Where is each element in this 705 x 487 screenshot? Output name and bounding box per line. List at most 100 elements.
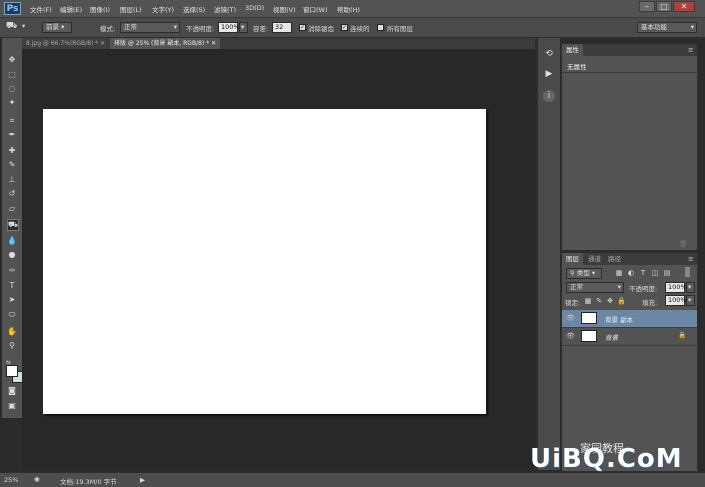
filter-pixel-icon[interactable]: ▦ — [615, 269, 623, 277]
zoom-level[interactable]: 25% — [4, 476, 18, 484]
tolerance-label: 容差: — [253, 25, 269, 33]
status-bar: 25% ◉ 文档:19.3M/0 字节 ▶ — [0, 472, 705, 487]
pen-tool-icon[interactable]: ✑ — [7, 266, 17, 276]
tool-preset-arrow-icon[interactable]: ▾ — [22, 22, 25, 30]
document-tab-2[interactable]: 排版 @ 25% (背景 副本, RGB/8) * ✕ — [110, 38, 221, 49]
tab-layers[interactable]: 图层 — [562, 253, 583, 265]
properties-panel: 属性 ≡ 无属性 🗑 — [561, 43, 698, 251]
move-tool-icon[interactable]: ✥ — [7, 55, 17, 65]
fill-arrow[interactable]: ▾ — [686, 295, 695, 306]
lock-all-icon[interactable]: 🔒 — [617, 297, 626, 305]
fill-input[interactable]: 100% — [665, 295, 687, 306]
menu-image[interactable]: 图像(I) — [90, 4, 110, 14]
minimize-button[interactable]: – — [639, 1, 655, 12]
crop-tool-icon[interactable]: ⌗ — [7, 116, 17, 126]
quick-mask-icon[interactable]: ◙ — [7, 386, 17, 396]
hand-tool-icon[interactable]: ✋ — [7, 327, 17, 337]
healing-brush-tool-icon[interactable]: ✚ — [7, 146, 17, 156]
info-panel-icon[interactable]: i — [543, 90, 555, 102]
brush-tool-icon[interactable]: ✎ — [7, 160, 17, 170]
properties-menu-icon[interactable]: ≡ — [688, 46, 693, 54]
mode-label: 模式: — [100, 25, 116, 33]
filter-toggle[interactable] — [685, 267, 690, 277]
blend-mode-select[interactable]: 正常 ▾ — [566, 282, 624, 293]
all-layers-checkbox[interactable] — [377, 24, 384, 31]
lock-position-icon[interactable]: ✥ — [606, 297, 614, 305]
maximize-button[interactable]: □ — [656, 1, 672, 12]
antialias-checkbox[interactable]: ✓ — [299, 24, 306, 31]
layer-thumbnail — [581, 312, 597, 324]
delete-icon[interactable]: 🗑 — [679, 240, 687, 248]
visibility-eye-icon[interactable]: 👁 — [566, 314, 575, 323]
menu-window[interactable]: 窗口(W) — [303, 4, 328, 14]
workspace-select[interactable]: 基本功能 ▾ — [637, 22, 697, 33]
menu-type[interactable]: 文字(Y) — [152, 4, 174, 14]
fill-source-value: 前景 — [46, 23, 59, 31]
filter-adjustment-icon[interactable]: ◐ — [627, 269, 635, 277]
layer-name: 背景 — [605, 334, 618, 342]
filter-smart-object-icon[interactable]: ▤ — [663, 269, 671, 277]
close-button[interactable]: ✕ — [673, 1, 695, 12]
visibility-eye-icon[interactable]: 👁 — [566, 332, 575, 341]
foreground-color-swatch[interactable] — [6, 365, 18, 377]
contiguous-checkbox[interactable]: ✓ — [341, 24, 348, 31]
opacity-input[interactable]: 100% — [218, 22, 240, 33]
layers-panel: 图层 通道 路径 ≡ ⚲ 类型 ▾ ▦ ◐ T ◫ ▤ 正常 ▾ 不透明度: 10… — [561, 252, 698, 472]
path-selection-tool-icon[interactable]: ➤ — [7, 295, 17, 305]
layer-row[interactable]: 👁 背景 副本 — [562, 310, 697, 328]
layer-opacity-arrow[interactable]: ▾ — [686, 282, 695, 293]
menu-select[interactable]: 选择(S) — [183, 4, 205, 14]
dodge-tool-icon[interactable]: ● — [7, 250, 17, 260]
menu-bar: Ps 文件(F) 编辑(E) 图像(I) 图层(L) 文字(Y) 选择(S) 滤… — [0, 0, 705, 18]
quick-select-tool-icon[interactable]: ✦ — [7, 98, 17, 108]
menu-file[interactable]: 文件(F) — [30, 4, 52, 14]
paint-bucket-tool-icon[interactable]: ⛟ — [7, 219, 19, 231]
filter-shape-icon[interactable]: ◫ — [651, 269, 659, 277]
menu-edit[interactable]: 编辑(E) — [60, 4, 82, 14]
layers-menu-icon[interactable]: ≡ — [688, 255, 693, 263]
paint-bucket-icon[interactable]: ⛟ — [6, 21, 17, 32]
lock-pixels-icon[interactable]: ✎ — [595, 297, 603, 305]
layer-name: 背景 副本 — [605, 316, 634, 324]
layer-opacity-label: 不透明度: — [629, 285, 658, 293]
eraser-tool-icon[interactable]: ▱ — [7, 204, 17, 214]
status-menu-arrow-icon[interactable]: ▶ — [140, 476, 145, 484]
type-tool-icon[interactable]: T — [7, 281, 17, 291]
document-canvas[interactable] — [43, 109, 486, 414]
history-panel-icon[interactable]: ⟲ — [543, 48, 555, 60]
tolerance-input[interactable]: 32 — [272, 22, 292, 33]
shape-tool-icon[interactable]: ⬭ — [7, 310, 17, 320]
menu-help[interactable]: 帮助(H) — [337, 4, 360, 14]
menu-3d[interactable]: 3D(D) — [245, 4, 264, 12]
layer-opacity-input[interactable]: 100% — [665, 282, 687, 293]
tab-channels[interactable]: 通道 — [584, 253, 605, 265]
menu-filter[interactable]: 滤镜(T) — [214, 4, 236, 14]
menu-view[interactable]: 视图(V) — [273, 4, 296, 14]
lock-transparent-icon[interactable]: ▦ — [584, 297, 592, 305]
status-info-icon[interactable]: ◉ — [34, 475, 40, 483]
collapsed-panel-dock: ⟲ ▶ i — [537, 38, 560, 470]
layer-row[interactable]: 👁 背景 🔒 — [562, 328, 697, 346]
lasso-tool-icon[interactable]: ◌ — [7, 84, 17, 94]
tab-paths[interactable]: 路径 — [604, 253, 625, 265]
opacity-arrow-button[interactable]: ▾ — [239, 22, 248, 33]
tab-properties[interactable]: 属性 — [562, 44, 583, 56]
blend-mode-value: 正常 — [570, 283, 583, 291]
fill-source-select[interactable]: 前景 ▾ — [42, 22, 72, 33]
clone-stamp-tool-icon[interactable]: ⊥ — [7, 175, 17, 185]
eyedropper-tool-icon[interactable]: ✒ — [7, 130, 17, 140]
history-brush-tool-icon[interactable]: ↺ — [7, 189, 17, 199]
blur-tool-icon[interactable]: 💧 — [7, 236, 17, 246]
mode-select[interactable]: 正常 ▾ — [120, 22, 180, 33]
filter-type-icon[interactable]: T — [639, 269, 647, 277]
document-tab-2-label: 排版 @ 25% (背景 副本, RGB/8) * — [114, 40, 210, 47]
actions-panel-icon[interactable]: ▶ — [543, 68, 555, 80]
document-tab-1[interactable]: 8.jpg @ 66.7%(RGB/8) * ✕ — [22, 38, 110, 49]
layer-filter-value: 类型 — [576, 269, 590, 277]
zoom-tool-icon[interactable]: ⚲ — [7, 341, 17, 351]
screen-mode-icon[interactable]: ▣ — [7, 401, 17, 411]
layer-filter-select[interactable]: ⚲ 类型 ▾ — [566, 268, 602, 279]
menu-layer[interactable]: 图层(L) — [120, 4, 142, 14]
all-layers-label: 所有图层 — [387, 25, 413, 33]
marquee-tool-icon[interactable]: ⬚ — [7, 70, 17, 80]
